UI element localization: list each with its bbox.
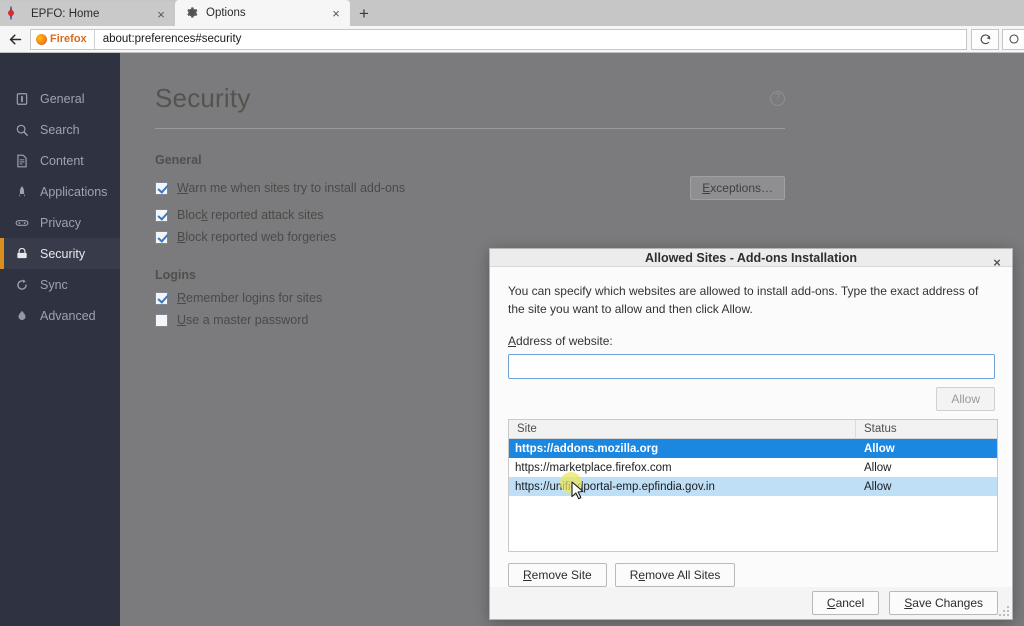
cell-status: Allow [864, 442, 895, 455]
sidebar-item-label: Search [40, 122, 80, 137]
checkbox-label: Warn me when sites try to install add-on… [177, 181, 406, 195]
sidebar-item-applications[interactable]: Applications [0, 176, 120, 207]
exceptions-button[interactable]: Exceptions… [690, 176, 785, 200]
checkbox-master-password[interactable]: Use a master password [155, 313, 308, 327]
new-tab-button[interactable]: + [350, 2, 378, 26]
checkbox-label: Block reported attack sites [177, 208, 324, 222]
dialog-titlebar: Allowed Sites - Add-ons Installation × [490, 249, 1012, 270]
tab-title: Options [206, 7, 246, 19]
lock-icon [13, 246, 31, 262]
checkbox-label: Use a master password [177, 313, 309, 327]
resize-grip[interactable] [999, 606, 1009, 616]
sidebar-item-label: General [40, 91, 85, 106]
pref-row-block-attack-sites: Block reported attack sites [155, 208, 785, 222]
general-icon [13, 91, 31, 107]
page-title: Security [155, 83, 251, 113]
checkbox-label: Block reported web forgeries [177, 230, 337, 244]
tab-strip: EPFO: Home × Options × + [0, 0, 1024, 26]
cell-status: Allow [864, 461, 892, 474]
sidebar-item-label: Security [40, 246, 86, 261]
cell-site: https://addons.mozilla.org [515, 442, 659, 455]
sidebar-item-security[interactable]: Security [0, 238, 120, 269]
sidebar-item-label: Content [40, 153, 84, 168]
remove-all-sites-button[interactable]: Remove All Sites [614, 563, 736, 588]
sidebar-item-label: Advanced [40, 308, 96, 323]
gear-icon [185, 6, 199, 20]
checkbox-remember-logins[interactable]: Remember logins for sites [155, 291, 322, 305]
preferences-sidebar: General Search Content Applications Priv… [0, 53, 120, 626]
sync-icon [13, 277, 31, 293]
toolbar-overflow-button[interactable] [1002, 28, 1024, 50]
pref-row-block-web-forgeries: Block reported web forgeries [155, 230, 785, 244]
address-bar[interactable]: Firefox about:preferences#security [30, 28, 967, 50]
checkbox-block-web-forgeries[interactable]: Block reported web forgeries [155, 230, 336, 244]
checkbox-box[interactable] [155, 230, 168, 244]
cell-site: https://marketplace.firefox.com [515, 461, 672, 474]
checkbox-box[interactable] [155, 181, 168, 195]
sidebar-item-content[interactable]: Content [0, 145, 120, 176]
dialog-list-actions: Remove Site Remove All Sites [508, 563, 994, 588]
save-changes-button[interactable]: Save Changes [889, 591, 998, 616]
sidebar-item-label: Applications [40, 184, 108, 199]
dialog-body: You can specify which websites are allow… [490, 267, 1012, 588]
sidebar-item-advanced[interactable]: Advanced [0, 300, 120, 331]
remove-site-button[interactable]: Remove Site [508, 563, 607, 588]
close-icon[interactable]: × [988, 253, 1006, 271]
sidebar-item-general[interactable]: General [0, 83, 120, 114]
pref-row-warn-install-addons: Warn me when sites try to install add-on… [155, 176, 785, 200]
identity-badge: Firefox [31, 29, 95, 49]
tab-close-icon[interactable]: × [153, 6, 169, 22]
sidebar-item-search[interactable]: Search [0, 114, 120, 145]
address-field-label: Address of website: [508, 334, 613, 349]
firefox-logo-icon [36, 33, 47, 45]
tab-epfo-home[interactable]: EPFO: Home × [0, 2, 175, 26]
sidebar-item-label: Sync [40, 277, 68, 292]
tab-title: EPFO: Home [31, 8, 100, 20]
table-row[interactable]: https://marketplace.firefox.com Allow [509, 458, 997, 477]
tab-close-icon[interactable]: × [328, 5, 344, 21]
allowed-sites-table[interactable]: Site Status https://addons.mozilla.org A… [508, 419, 998, 553]
checkbox-block-attack-sites[interactable]: Block reported attack sites [155, 208, 324, 222]
table-row[interactable]: https://unifiedportal-emp.epfindia.gov.i… [509, 477, 997, 497]
sidebar-item-sync[interactable]: Sync [0, 269, 120, 300]
search-icon [13, 122, 31, 138]
browser-window: EPFO: Home × Options × + Firefox about:p… [0, 0, 1024, 626]
dialog-description: You can specify which websites are allow… [508, 284, 979, 316]
cell-site: https://unifiedportal-emp.epfindia.gov.i… [515, 480, 715, 493]
identity-badge-label: Firefox [50, 33, 87, 45]
checkbox-box[interactable] [155, 291, 168, 305]
table-header: Site Status [509, 420, 997, 440]
epfo-favicon [10, 6, 24, 21]
tab-options[interactable]: Options × [175, 0, 350, 26]
allowed-sites-dialog: Allowed Sites - Add-ons Installation × Y… [489, 248, 1013, 620]
allow-button[interactable]: Allow [936, 387, 995, 412]
privacy-mask-icon [13, 215, 31, 231]
dialog-footer: Cancel Save Changes [490, 587, 1012, 619]
column-header-status[interactable]: Status [856, 420, 997, 438]
url-text: about:preferences#security [102, 33, 242, 45]
cancel-button[interactable]: Cancel [811, 591, 880, 616]
sidebar-item-label: Privacy [40, 215, 81, 230]
content-icon [13, 153, 31, 169]
checkbox-warn-install-addons[interactable]: Warn me when sites try to install add-on… [155, 181, 405, 195]
table-row[interactable]: https://addons.mozilla.org Allow [509, 439, 997, 459]
navigation-toolbar: Firefox about:preferences#security [0, 26, 1024, 53]
sidebar-item-privacy[interactable]: Privacy [0, 207, 120, 238]
checkbox-box[interactable] [155, 208, 168, 222]
checkbox-label: Remember logins for sites [177, 291, 323, 305]
dialog-title: Allowed Sites - Add-ons Installation [644, 250, 858, 265]
allow-row: Allow [508, 387, 995, 412]
column-header-site[interactable]: Site [509, 420, 856, 439]
cell-status: Allow [864, 480, 892, 493]
group-heading-general: General [155, 153, 202, 167]
back-button[interactable] [0, 26, 30, 52]
reload-button[interactable] [971, 28, 999, 50]
checkbox-box[interactable] [155, 313, 168, 327]
applications-icon [13, 184, 31, 200]
advanced-icon [13, 308, 31, 324]
address-input[interactable] [508, 354, 995, 380]
page-header: Security ? [155, 83, 785, 129]
help-icon[interactable]: ? [770, 91, 785, 106]
